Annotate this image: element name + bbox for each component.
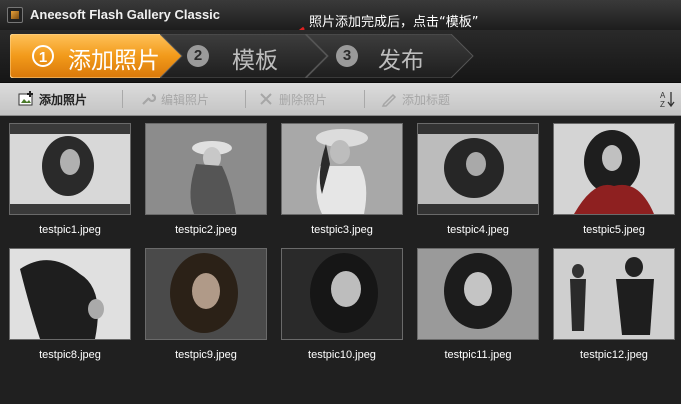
hint-annotation: 照片添加完成后，点击“模板” [309, 15, 479, 30]
sort-az-icon[interactable]: A Z [659, 90, 675, 108]
photo-thumbnail[interactable]: testpic10.jpeg [281, 248, 403, 361]
photo-image [417, 248, 539, 340]
photo-thumbnail[interactable]: testpic3.jpeg [281, 123, 403, 236]
photo-thumbnail[interactable]: testpic4.jpeg [417, 123, 539, 236]
edit-photo-button[interactable]: 编辑照片 [140, 91, 240, 107]
photo-image [281, 248, 403, 340]
photo-filename: testpic11.jpeg [444, 349, 512, 361]
add-caption-label: 添加标题 [402, 93, 451, 107]
photo-filename: testpic3.jpeg [311, 224, 373, 236]
add-photo-button[interactable]: 添加照片 [18, 91, 108, 107]
step-template[interactable]: 2 模板 [160, 34, 330, 78]
step-number: 2 [187, 45, 209, 67]
step-label: 模板 [232, 48, 278, 74]
photo-filename: testpic10.jpeg [308, 349, 376, 361]
step-publish[interactable]: 3 发布 [306, 34, 476, 78]
app-logo-icon [7, 7, 23, 23]
delete-photo-button[interactable]: 删除照片 [258, 91, 358, 107]
photo-image [417, 123, 539, 215]
photo-thumbnail[interactable]: testpic11.jpeg [417, 248, 539, 361]
photo-filename: testpic8.jpeg [39, 349, 101, 361]
app-window: Aneesoft Flash Gallery Classic 照片添加完成后，点… [0, 0, 681, 404]
photo-toolbar: 添加照片 编辑照片 删除照片 添加标题 A Z [0, 83, 681, 116]
photo-filename: testpic2.jpeg [175, 224, 237, 236]
step-number: 1 [32, 45, 54, 67]
photo-thumbnail[interactable]: testpic9.jpeg [145, 248, 267, 361]
step-label: 添加照片 [68, 48, 160, 74]
edit-photo-label: 编辑照片 [161, 93, 210, 107]
add-photo-icon [18, 91, 33, 106]
photo-thumbnail[interactable]: testpic12.jpeg [553, 248, 675, 361]
svg-text:Z: Z [660, 100, 665, 108]
photo-filename: testpic5.jpeg [583, 224, 645, 236]
step-bar: 1 添加照片 2 模板 3 发布 [0, 30, 681, 83]
photo-filename: testpic12.jpeg [580, 349, 648, 361]
photo-thumbnail[interactable]: testpic8.jpeg [9, 248, 131, 361]
photo-filename: testpic4.jpeg [447, 224, 509, 236]
delete-photo-label: 删除照片 [279, 93, 328, 107]
toolbar-divider [364, 90, 365, 108]
add-photo-label: 添加照片 [39, 93, 88, 107]
photo-filename: testpic9.jpeg [175, 349, 237, 361]
photo-image [9, 248, 131, 340]
pencil-icon [381, 93, 397, 107]
step-label: 发布 [378, 48, 424, 74]
window-title: Aneesoft Flash Gallery Classic [30, 7, 221, 22]
toolbar-divider [245, 90, 246, 108]
step-add-photos[interactable]: 1 添加照片 [10, 34, 185, 78]
title-bar[interactable]: Aneesoft Flash Gallery Classic 照片添加完成后，点… [0, 0, 681, 31]
photo-thumbnail[interactable]: testpic2.jpeg [145, 123, 267, 236]
photo-filename: testpic1.jpeg [39, 224, 101, 236]
photo-image [553, 248, 675, 340]
step-number: 3 [336, 45, 358, 67]
photo-thumbnail[interactable]: testpic1.jpeg [9, 123, 131, 236]
photo-image [9, 123, 131, 215]
toolbar-divider [122, 90, 123, 108]
photo-image [553, 123, 675, 215]
photo-image [145, 248, 267, 340]
photo-image [145, 123, 267, 215]
photo-gallery[interactable]: testpic1.jpeg testpic2.jpeg testpic3.jpe… [0, 116, 681, 404]
svg-text:A: A [660, 91, 666, 100]
photo-image [281, 123, 403, 215]
add-caption-button[interactable]: 添加标题 [381, 91, 481, 107]
photo-thumbnail[interactable]: testpic5.jpeg [553, 123, 675, 236]
delete-x-icon [260, 93, 272, 105]
wrench-icon [142, 93, 156, 105]
